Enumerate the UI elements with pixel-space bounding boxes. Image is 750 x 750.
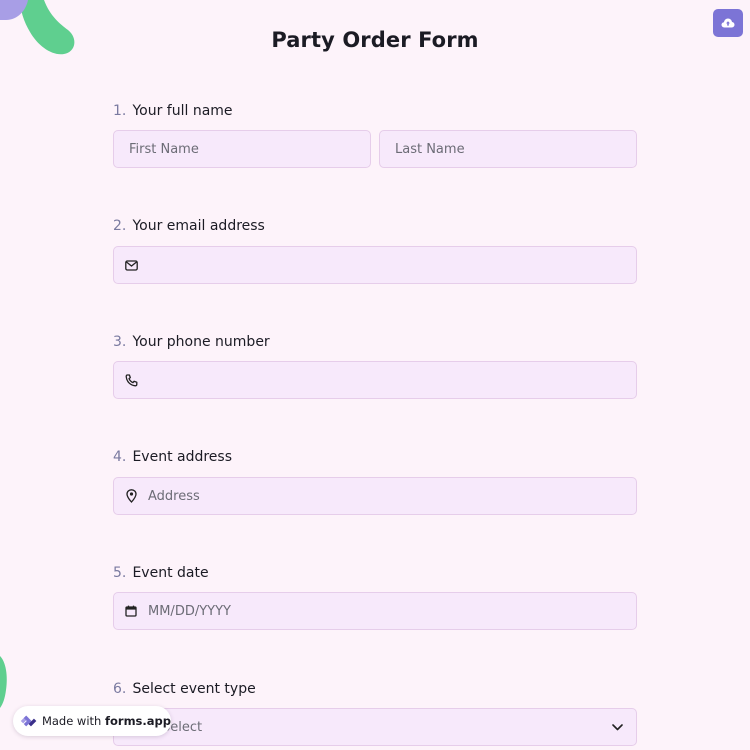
question-number: 4. (113, 449, 127, 465)
address-input[interactable] (148, 478, 636, 514)
forms-app-logo-icon (20, 715, 37, 727)
question-full-name-label: 1. Your full name (113, 103, 233, 119)
question-address-label: 4. Event address (113, 449, 232, 465)
email-input[interactable] (148, 247, 636, 283)
event-type-select[interactable]: Select (113, 708, 637, 746)
question-email-label: 2. Your email address (113, 218, 265, 234)
map-pin-icon (124, 489, 138, 503)
calendar-icon (124, 604, 138, 618)
question-text: Select event type (132, 681, 256, 697)
badge-prefix: Made with (41, 714, 102, 728)
first-name-input[interactable] (114, 131, 370, 167)
event-type-selected-value: Select (162, 719, 203, 735)
date-input[interactable] (148, 593, 636, 629)
badge-brand: forms.app (105, 714, 171, 728)
last-name-field[interactable] (379, 130, 637, 168)
envelope-icon (124, 258, 138, 272)
last-name-input[interactable] (380, 131, 636, 167)
phone-field[interactable] (113, 361, 637, 399)
form-title: Party Order Form (271, 28, 479, 52)
question-phone-label: 3. Your phone number (113, 334, 270, 350)
question-date-label: 5. Event date (113, 565, 209, 581)
question-text: Your full name (132, 103, 233, 119)
address-field[interactable] (113, 477, 637, 515)
question-number: 3. (113, 334, 127, 350)
question-number: 5. (113, 565, 127, 581)
chevron-down-icon (610, 720, 624, 734)
question-number: 6. (113, 681, 127, 697)
phone-input[interactable] (148, 362, 636, 398)
date-field[interactable] (113, 592, 637, 630)
question-event-type-label: 6. Select event type (113, 681, 256, 697)
question-text: Event address (132, 449, 233, 465)
first-name-field[interactable] (113, 130, 371, 168)
question-text: Event date (132, 565, 209, 581)
decorative-blob-left-edge (0, 656, 7, 708)
badge-text: Made with forms.app (42, 714, 171, 728)
phone-icon (124, 373, 138, 387)
question-text: Your email address (132, 218, 265, 234)
question-number: 2. (113, 218, 127, 234)
question-text: Your phone number (132, 334, 270, 350)
email-field[interactable] (113, 246, 637, 284)
made-with-forms-app-badge[interactable]: Made with forms.app (13, 706, 171, 736)
question-number: 1. (113, 103, 127, 119)
